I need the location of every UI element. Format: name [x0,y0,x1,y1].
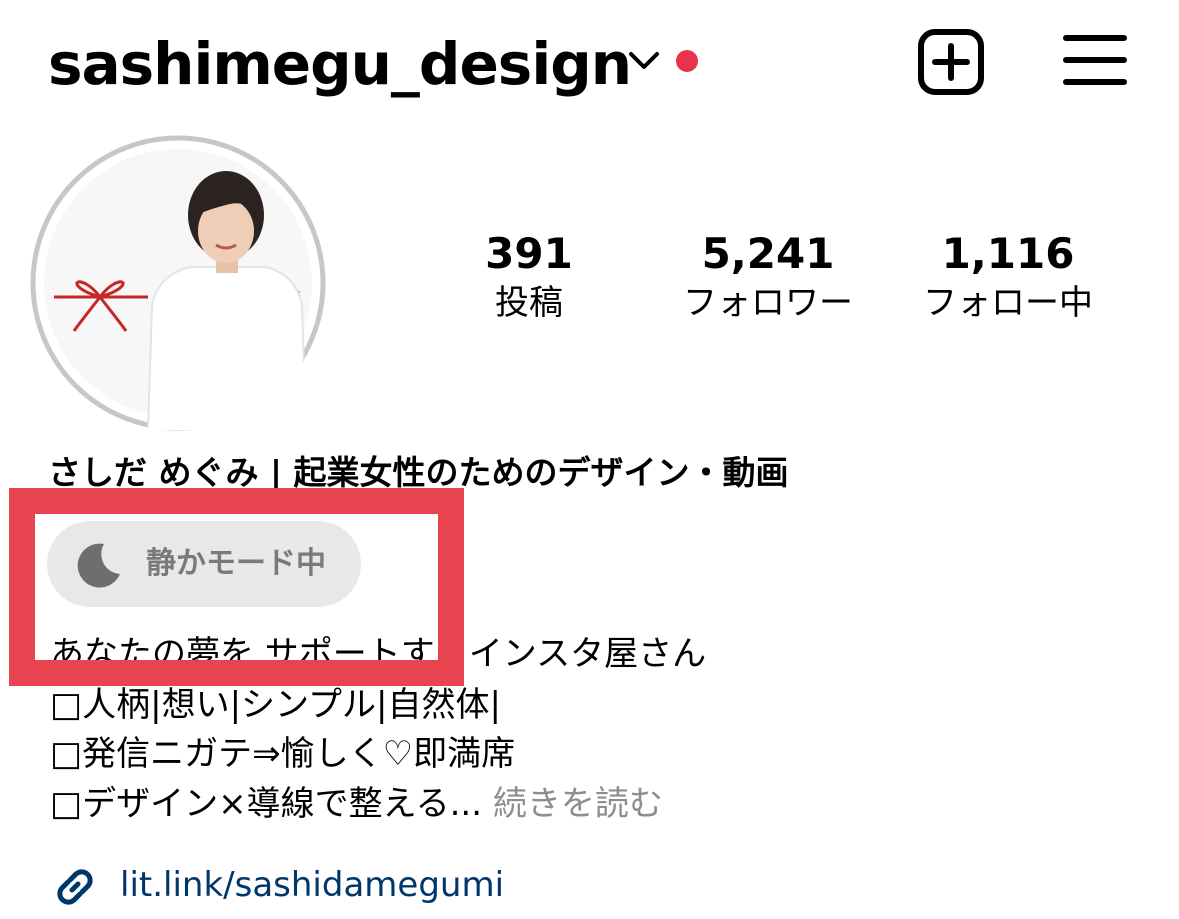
notification-dot [676,50,698,72]
quiet-mode-label: 静かモード中 [146,546,326,581]
profile-username[interactable]: sashimegu_design [48,22,632,106]
chevron-down-icon[interactable] [626,46,662,76]
followers-label: フォロワー [683,283,853,323]
stat-posts[interactable]: 391 投稿 [458,228,600,326]
bio-link[interactable]: lit.link/sashidamegumi [120,861,504,909]
stat-followers[interactable]: 5,241 フォロワー [668,228,868,326]
bio-line-4: □デザイン×導線で整える... 続きを読む [50,780,663,828]
bio-line-2: □人柄|想い|シンプル|自然体| [50,685,501,725]
hamburger-menu-icon[interactable] [1062,32,1128,88]
posts-label: 投稿 [495,283,563,323]
plus-square-icon[interactable] [917,28,985,96]
followers-count: 5,241 [701,229,835,278]
moon-icon [77,543,120,588]
link-icon [57,869,93,905]
profile-avatar[interactable] [30,135,326,431]
read-more-link[interactable]: 続きを読む [493,784,663,824]
posts-count: 391 [485,229,573,278]
following-label: フォロー中 [923,283,1093,323]
avatar-photo [30,135,326,431]
bio-line-4-text: □デザイン×導線で整える... [50,784,483,824]
stat-following[interactable]: 1,116 フォロー中 [906,228,1110,326]
following-count: 1,116 [941,229,1075,278]
bio-line-3: □発信ニガテ⇒愉しく♡即満席 [50,734,516,774]
